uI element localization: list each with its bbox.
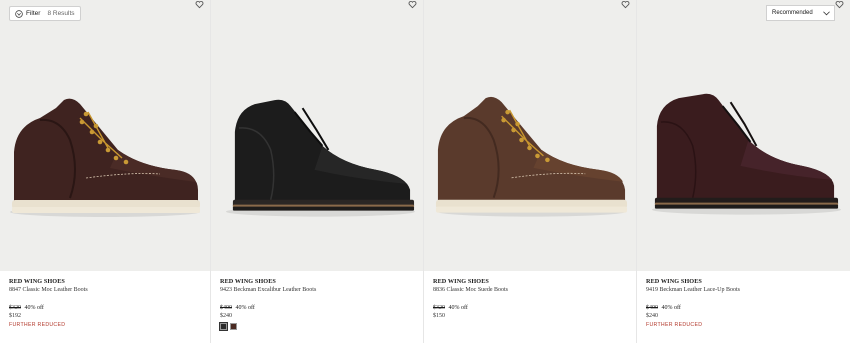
further-reduced-badge: FURTHER REDUCED: [9, 322, 66, 328]
original-price: $320: [433, 305, 445, 311]
boot-black-leather-image: [225, 99, 416, 217]
filter-icon: [15, 9, 23, 18]
sort-dropdown[interactable]: Recommended: [766, 5, 835, 21]
product-info: RED WING SHOES 9423 Beckman Excalibur Le…: [219, 278, 417, 331]
product-image[interactable]: [637, 0, 850, 271]
product-image[interactable]: [424, 0, 636, 271]
price-row: $320 40% off: [9, 304, 204, 312]
price-row: $400 40% off: [646, 304, 844, 312]
product-name[interactable]: 8836 Classic Moc Suede Boots: [433, 286, 630, 295]
product-card[interactable]: RED WING SHOES 8847 Classic Moc Leather …: [0, 0, 210, 343]
boot-moc-toe-image: [10, 98, 200, 217]
original-price: $400: [220, 305, 232, 311]
product-image[interactable]: [0, 0, 210, 271]
color-swatch-brown[interactable]: [230, 323, 237, 330]
further-reduced-badge: FURTHER REDUCED: [646, 322, 703, 328]
product-info: RED WING SHOES 8847 Classic Moc Leather …: [9, 278, 204, 329]
product-brand[interactable]: RED WING SHOES: [9, 278, 204, 286]
wishlist-icon[interactable]: [835, 0, 844, 9]
sale-price: $192: [9, 313, 21, 319]
wishlist-icon[interactable]: [408, 0, 417, 9]
color-swatches: [219, 322, 417, 331]
product-image[interactable]: [211, 0, 423, 271]
product-name[interactable]: 8847 Classic Moc Leather Boots: [9, 286, 204, 295]
filter-button[interactable]: Filter 8 Results: [9, 6, 81, 21]
discount-label: 40% off: [235, 305, 255, 311]
discount-label: 40% off: [24, 305, 44, 311]
product-brand[interactable]: RED WING SHOES: [220, 278, 417, 286]
product-name[interactable]: 9419 Beckman Leather Lace-Up Boots: [646, 286, 844, 295]
product-card[interactable]: RED WING SHOES 9423 Beckman Excalibur Le…: [210, 0, 423, 343]
sale-price: $150: [433, 313, 445, 319]
product-grid: RED WING SHOES 8847 Classic Moc Leather …: [0, 0, 850, 343]
price-row: $400 40% off: [220, 304, 417, 312]
product-info: RED WING SHOES 8836 Classic Moc Suede Bo…: [433, 278, 630, 320]
boot-oxblood-leather-image: [651, 93, 842, 215]
filter-label: Filter: [26, 10, 41, 17]
original-price: $320: [9, 305, 21, 311]
product-brand[interactable]: RED WING SHOES: [646, 278, 844, 286]
product-info: RED WING SHOES 9419 Beckman Leather Lace…: [646, 278, 844, 329]
results-count: 8 Results: [47, 10, 75, 17]
discount-label: 40% off: [448, 305, 468, 311]
original-price: $400: [646, 305, 658, 311]
sale-price: $240: [220, 313, 232, 319]
sort-value: Recommended: [772, 10, 813, 16]
color-swatch-black[interactable]: [219, 322, 228, 331]
sale-price: $240: [646, 313, 658, 319]
product-name[interactable]: 9423 Beckman Excalibur Leather Boots: [220, 286, 417, 295]
boot-suede-moc-image: [435, 96, 628, 217]
price-row: $320 40% off: [433, 304, 630, 312]
wishlist-icon[interactable]: [621, 0, 630, 9]
discount-label: 40% off: [661, 305, 681, 311]
product-card[interactable]: RED WING SHOES 9419 Beckman Leather Lace…: [636, 0, 850, 343]
chevron-down-icon: [823, 10, 830, 15]
wishlist-icon[interactable]: [195, 0, 204, 9]
product-brand[interactable]: RED WING SHOES: [433, 278, 630, 286]
product-card[interactable]: RED WING SHOES 8836 Classic Moc Suede Bo…: [423, 0, 636, 343]
